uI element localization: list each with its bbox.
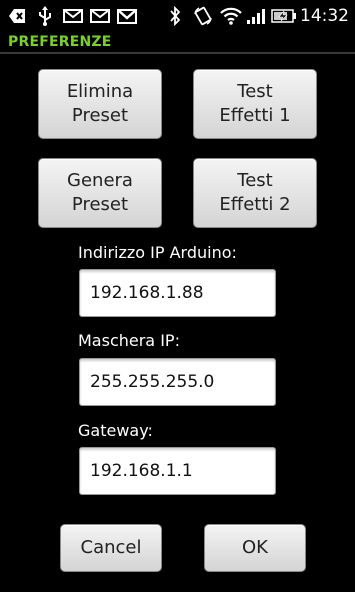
gateway-field[interactable]: 192.168.1.1 [79, 447, 276, 495]
test-effects-2-label: Test Effetti 2 [219, 170, 291, 215]
mail-icon [62, 0, 84, 32]
test-effects-1-label: Test Effetti 1 [219, 81, 291, 126]
ip-address-label: Indirizzo IP Arduino: [78, 243, 237, 262]
title-divider [0, 52, 355, 54]
subnet-mask-label: Maschera IP: [78, 331, 180, 350]
signal-icon [245, 0, 267, 32]
dialog-title: PREFERENZE [8, 34, 112, 50]
usb-debug-icon [6, 0, 28, 32]
subnet-mask-field[interactable]: 255.255.255.0 [79, 358, 276, 406]
gmail-icon [116, 0, 138, 32]
bluetooth-icon [166, 0, 184, 32]
clock: 14:32 [300, 6, 349, 26]
ok-label: OK [242, 537, 268, 558]
ok-button[interactable]: OK [204, 524, 306, 572]
delete-preset-label: Elimina Preset [66, 81, 134, 126]
rotation-lock-icon [192, 0, 214, 32]
cancel-label: Cancel [80, 537, 142, 558]
generate-preset-button[interactable]: Genera Preset [38, 158, 162, 228]
gateway-label: Gateway: [78, 421, 153, 440]
status-bar: 14:32 [0, 0, 355, 32]
battery-charging-icon [270, 0, 298, 32]
test-effects-1-button[interactable]: Test Effetti 1 [193, 69, 317, 139]
delete-preset-button[interactable]: Elimina Preset [38, 69, 162, 139]
generate-preset-label: Genera Preset [67, 170, 133, 215]
cancel-button[interactable]: Cancel [60, 524, 162, 572]
ip-address-field[interactable]: 192.168.1.88 [79, 269, 276, 317]
wifi-icon [219, 0, 243, 32]
usb-icon [35, 0, 55, 32]
mail-icon [89, 0, 111, 32]
test-effects-2-button[interactable]: Test Effetti 2 [193, 158, 317, 228]
